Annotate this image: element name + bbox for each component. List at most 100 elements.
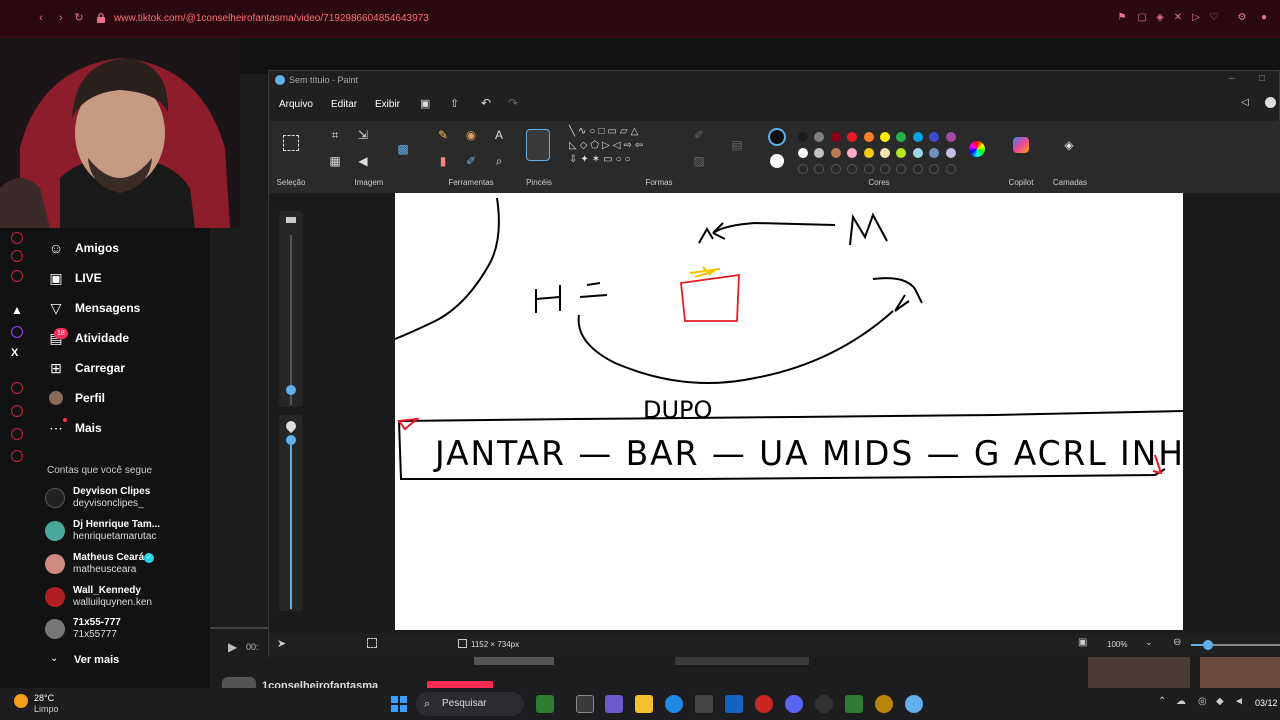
copilot-taskbar-icon[interactable] (605, 695, 623, 713)
forward-icon[interactable]: › (54, 11, 68, 25)
color-swatch[interactable] (929, 132, 940, 142)
play-icon[interactable]: ▶ (228, 640, 237, 654)
nav-upload[interactable]: ⊞ Carregar (47, 357, 125, 379)
color-swatch[interactable] (912, 132, 923, 142)
redo-icon[interactable]: ↷ (508, 96, 518, 110)
date[interactable]: 03/12 (1255, 698, 1278, 708)
nav-more[interactable]: ⋯ Mais (47, 417, 102, 439)
volume-icon[interactable]: ◄ (1234, 696, 1244, 707)
menu-view[interactable]: Exibir (375, 99, 400, 110)
color-swatch[interactable] (847, 148, 858, 158)
drawing-canvas[interactable]: DUPO JANTAR — BAR — UA MIDS — G ACRL INH… (394, 193, 1184, 630)
empty-swatch[interactable] (830, 164, 841, 174)
nav-friends[interactable]: ☺ Amigos (47, 237, 119, 259)
save-icon[interactable]: ▣ (420, 97, 430, 110)
edge-icon[interactable] (665, 695, 683, 713)
file-explorer-icon[interactable] (635, 695, 653, 713)
taskbar-search[interactable]: ⌕ Pesquisar (416, 692, 524, 716)
magnifier-icon[interactable]: ⌕ (491, 153, 507, 169)
start-icon[interactable] (391, 696, 407, 712)
fit-icon[interactable]: ▣ (1078, 637, 1087, 648)
discord-icon[interactable] (785, 695, 803, 713)
nav-live[interactable]: ▣ LIVE (47, 267, 101, 289)
color-swatch[interactable] (880, 148, 890, 158)
widgets-icon[interactable] (536, 695, 554, 713)
color-swatch[interactable] (929, 148, 940, 158)
color-swatch[interactable] (880, 132, 890, 142)
nav-profile[interactable]: Perfil (47, 387, 105, 409)
store-icon[interactable] (695, 695, 713, 713)
mic-icon[interactable]: ◎ (1198, 696, 1207, 707)
color-swatch[interactable] (830, 132, 841, 142)
translate-icon[interactable]: ✕ (1172, 12, 1184, 24)
crop-icon[interactable]: ⌗ (327, 127, 343, 143)
app-icon[interactable] (875, 695, 893, 713)
following-item[interactable]: Deyvison Clipes deyvisonclipes_ (45, 484, 215, 514)
see-more-link[interactable]: Ver mais (74, 654, 119, 666)
color-wheel-icon[interactable] (969, 141, 985, 157)
twitch-icon[interactable] (11, 326, 23, 338)
rail-icon[interactable] (11, 428, 23, 440)
color-swatch[interactable] (830, 148, 841, 158)
zoom-thumb[interactable] (1203, 640, 1213, 650)
color-swatch[interactable] (798, 132, 808, 142)
extensions-icon[interactable]: ⚙ (1236, 12, 1248, 24)
outline-icon[interactable]: ✐ (691, 127, 707, 143)
menu-file[interactable]: Arquivo (279, 99, 313, 110)
shape-options-icon[interactable]: ▤ (729, 137, 745, 153)
eraser-icon[interactable]: ▮ (435, 153, 451, 169)
color-swatch[interactable] (814, 132, 825, 142)
empty-swatch[interactable] (929, 164, 940, 174)
wifi-icon[interactable]: ◆ (1216, 696, 1224, 707)
fill-icon[interactable]: ◉ (463, 127, 479, 143)
minimize-icon[interactable]: – (1229, 73, 1235, 84)
heart-icon[interactable]: ♡ (1208, 12, 1220, 24)
pencil-icon[interactable]: ✎ (435, 127, 451, 143)
empty-swatch[interactable] (814, 164, 825, 174)
empty-swatch[interactable] (863, 164, 874, 174)
following-item[interactable]: Wall_Kennedy walluilquynen.ken (45, 583, 215, 613)
menu-edit[interactable]: Editar (331, 99, 357, 110)
account-icon[interactable] (1265, 97, 1276, 108)
color-swatch[interactable] (945, 132, 956, 142)
color-swatch[interactable] (896, 132, 907, 142)
undo-icon[interactable]: ↶ (481, 96, 491, 110)
copilot-icon[interactable] (1013, 137, 1029, 153)
zoom-select[interactable]: 100% (1107, 640, 1127, 649)
chrome-icon[interactable] (815, 695, 833, 713)
resize-icon[interactable]: ⇲ (355, 127, 371, 143)
following-item[interactable]: Dj Henrique Tam... henriquetamarutac (45, 517, 215, 547)
x-icon[interactable]: X (11, 347, 18, 359)
following-item[interactable]: 71x55-777 71x55777 (45, 615, 215, 645)
brush-icon[interactable] (526, 129, 550, 161)
rail-icon[interactable] (11, 270, 23, 282)
remove-bg-icon[interactable]: ▦ (327, 153, 343, 169)
rail-icon[interactable] (11, 405, 23, 417)
layers-icon[interactable]: ◈ (1061, 137, 1077, 153)
share-icon[interactable]: ⇧ (450, 97, 459, 110)
color-swatch[interactable] (814, 148, 825, 158)
color-swatch[interactable] (798, 148, 808, 158)
paint-taskbar-icon[interactable] (905, 695, 923, 713)
rotate-icon[interactable]: ◀ (355, 153, 371, 169)
color-picker-icon[interactable]: ✐ (463, 153, 479, 169)
empty-swatch[interactable] (896, 164, 907, 174)
color-swatch[interactable] (912, 148, 923, 158)
rail-icon[interactable] (11, 450, 23, 462)
opera-icon[interactable] (755, 695, 773, 713)
bookmark-icon[interactable]: ⚑ (1116, 12, 1128, 24)
size-slider[interactable] (279, 211, 303, 407)
fill-shape-icon[interactable]: ▨ (691, 153, 707, 169)
video-username[interactable]: 1conselheirofantasma (262, 680, 378, 688)
reload-icon[interactable]: ↻ (72, 11, 86, 25)
task-view-icon[interactable] (576, 695, 594, 713)
color-swatch[interactable] (896, 148, 907, 158)
chevron-up-icon[interactable]: ⌃ (1158, 696, 1166, 707)
media-icon[interactable] (845, 695, 863, 713)
select-icon[interactable] (283, 135, 299, 151)
mail-icon[interactable] (725, 695, 743, 713)
color-swatch[interactable] (847, 132, 858, 142)
zoom-out-icon[interactable]: ⊖ (1173, 637, 1181, 648)
empty-swatch[interactable] (912, 164, 923, 174)
empty-swatch[interactable] (880, 164, 890, 174)
